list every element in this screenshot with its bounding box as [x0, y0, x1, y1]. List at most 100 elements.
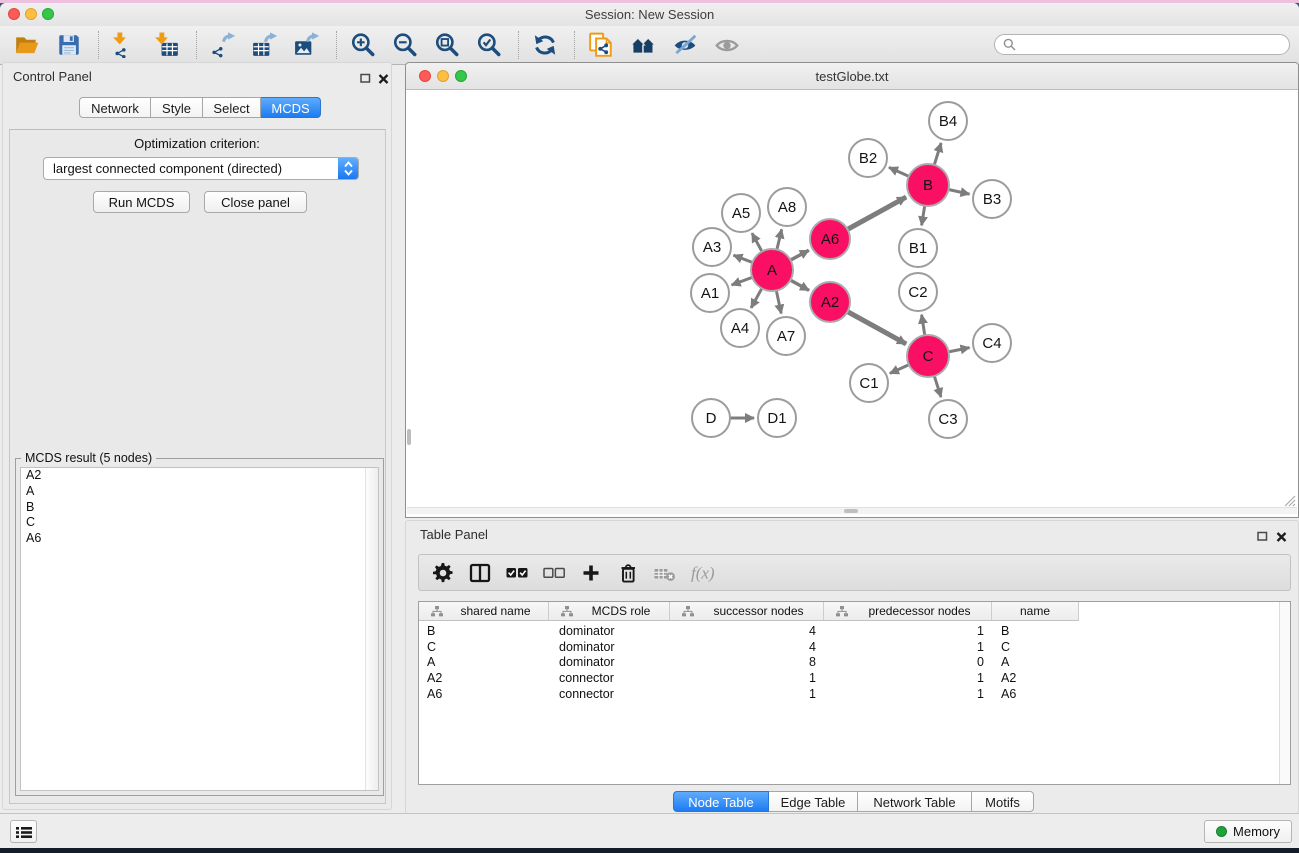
mcds-result-item[interactable]: B	[21, 500, 378, 516]
delete-column-icon[interactable]	[614, 559, 642, 587]
table-cell: B	[992, 624, 1079, 640]
select-all-checkboxes-icon[interactable]	[503, 559, 531, 587]
network-window-titlebar[interactable]: testGlobe.txt	[406, 63, 1298, 90]
node-label-A7: A7	[777, 328, 795, 345]
function-builder-icon[interactable]: f(x)	[688, 559, 722, 587]
node-label-A2: A2	[821, 294, 839, 311]
float-panel-icon[interactable]	[1257, 529, 1268, 547]
column-header-label: name	[992, 604, 1078, 618]
zoom-selected-icon[interactable]	[474, 30, 504, 60]
mcds-result-item[interactable]: A2	[21, 468, 378, 484]
mcds-result-item[interactable]: A6	[21, 531, 378, 547]
node-label-C2: C2	[908, 284, 927, 301]
tab-motifs[interactable]: Motifs	[972, 791, 1034, 812]
table-cell: dominator	[549, 640, 670, 656]
settings-gear-icon[interactable]	[429, 559, 457, 587]
export-table-icon[interactable]	[250, 30, 280, 60]
column-header-successor-nodes[interactable]: successor nodes	[670, 602, 824, 621]
import-table-icon[interactable]	[152, 30, 182, 60]
mcds-result-group: MCDS result (5 nodes) A2ABCA6	[15, 458, 384, 796]
tab-style[interactable]: Style	[151, 97, 203, 118]
table-cell: dominator	[549, 624, 670, 640]
table-scrollbar[interactable]	[1279, 602, 1290, 784]
export-network-icon[interactable]	[208, 30, 238, 60]
tab-network-table[interactable]: Network Table	[858, 791, 972, 812]
mcds-result-item[interactable]: C	[21, 515, 378, 531]
tab-select[interactable]: Select	[203, 97, 261, 118]
mcds-result-list[interactable]: A2ABCA6	[20, 467, 379, 791]
split-columns-icon[interactable]	[466, 559, 494, 587]
node-label-A8: A8	[778, 199, 796, 216]
hide-selected-icon[interactable]	[670, 30, 700, 60]
scrollbar-thumb[interactable]	[844, 509, 858, 513]
table-row[interactable]: Cdominator41C	[419, 640, 1099, 656]
column-header-mcds-role[interactable]: MCDS role	[549, 602, 670, 621]
criterion-dropdown[interactable]: largest connected component (directed)	[43, 157, 359, 180]
run-mcds-button[interactable]: Run MCDS	[93, 191, 190, 213]
save-session-icon[interactable]	[54, 30, 84, 60]
show-all-icon[interactable]	[712, 30, 742, 60]
table-row[interactable]: A6connector11A6	[419, 687, 1099, 703]
search-input[interactable]	[1021, 37, 1289, 53]
add-column-icon[interactable]	[577, 559, 605, 587]
toolbar-separator	[574, 31, 576, 59]
table-cell: 1	[824, 687, 992, 703]
node-label-D: D	[706, 410, 717, 427]
control-panel-title: Control Panel	[13, 69, 92, 84]
tab-network[interactable]: Network	[79, 97, 151, 118]
table-type-tabs: Node TableEdge TableNetwork TableMotifs	[673, 791, 1034, 812]
column-header-name[interactable]: name	[992, 602, 1079, 621]
mcds-result-item[interactable]: A	[21, 484, 378, 500]
import-network-icon[interactable]	[110, 30, 140, 60]
app-titlebar[interactable]: Session: New Session	[0, 3, 1299, 27]
tab-node-table[interactable]: Node Table	[673, 791, 769, 812]
table-cell: dominator	[549, 655, 670, 671]
node-table: shared nameMCDS rolesuccessor nodesprede…	[418, 601, 1291, 785]
criterion-value: largest connected component (directed)	[44, 161, 338, 176]
search-field[interactable]	[994, 34, 1290, 55]
zoom-fit-icon[interactable]	[432, 30, 462, 60]
app-window: Session: New Session Control Panel Netwo…	[0, 3, 1299, 847]
table-cell: 4	[670, 640, 824, 656]
network-graph-canvas[interactable]: B4B2BB3A5A8A6A3AB1A1C2A2A4A7CC4C1C3DD1	[407, 89, 1299, 509]
first-neighbors-icon[interactable]	[628, 30, 658, 60]
node-label-C1: C1	[859, 375, 878, 392]
refresh-icon[interactable]	[530, 30, 560, 60]
table-row[interactable]: Adominator80A	[419, 655, 1099, 671]
resize-grip-icon[interactable]	[1282, 493, 1296, 512]
table-cell: 1	[824, 640, 992, 656]
duplicate-network-icon[interactable]	[586, 30, 616, 60]
column-header-label: shared name	[443, 604, 548, 618]
node-label-A1: A1	[701, 285, 719, 302]
column-header-shared-name[interactable]: shared name	[419, 602, 549, 621]
delete-table-icon[interactable]	[651, 559, 679, 587]
tab-mcds[interactable]: MCDS	[261, 97, 321, 118]
export-image-icon[interactable]	[292, 30, 322, 60]
dropdown-stepper-icon	[338, 158, 358, 179]
result-list-scrollbar[interactable]	[365, 468, 378, 790]
zoom-in-icon[interactable]	[348, 30, 378, 60]
close-panel-button[interactable]: Close panel	[204, 191, 307, 213]
close-panel-icon[interactable]	[1276, 529, 1287, 547]
float-panel-icon[interactable]	[360, 71, 371, 89]
table-cell: connector	[549, 671, 670, 687]
memory-button[interactable]: Memory	[1204, 820, 1292, 843]
node-label-A6: A6	[821, 231, 839, 248]
network-vertical-scrollbar-thumb[interactable]	[407, 429, 411, 445]
zoom-out-icon[interactable]	[390, 30, 420, 60]
column-header-predecessor-nodes[interactable]: predecessor nodes	[824, 602, 992, 621]
control-panel: Control Panel NetworkStyleSelectMCDS Opt…	[2, 62, 392, 810]
optimization-criterion-label: Optimization criterion:	[3, 136, 391, 151]
status-bar: Memory	[0, 813, 1299, 848]
close-panel-icon[interactable]	[378, 71, 389, 89]
table-row[interactable]: Bdominator41B	[419, 624, 1099, 640]
control-panel-tabs: NetworkStyleSelectMCDS	[79, 97, 321, 118]
tab-edge-table[interactable]: Edge Table	[769, 791, 858, 812]
node-label-B2: B2	[859, 150, 877, 167]
open-session-icon[interactable]	[12, 30, 42, 60]
task-history-button[interactable]	[10, 820, 37, 843]
network-horizontal-scrollbar[interactable]	[407, 507, 1297, 514]
deselect-all-checkboxes-icon[interactable]	[540, 559, 568, 587]
mcds-result-title: MCDS result (5 nodes)	[21, 451, 156, 465]
table-row[interactable]: A2connector11A2	[419, 671, 1099, 687]
